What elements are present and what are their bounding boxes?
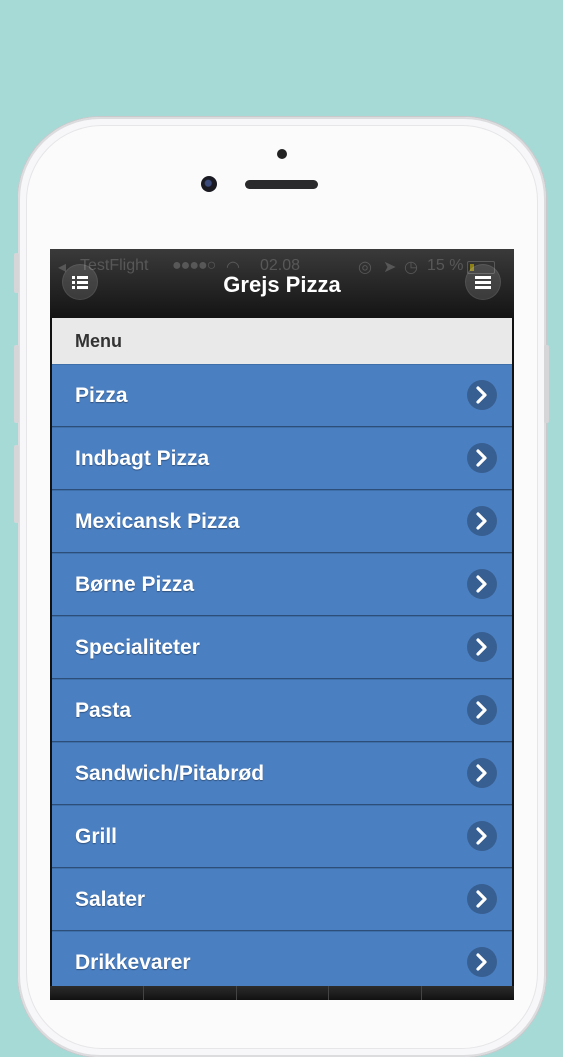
app-screen: ◂ TestFlight ●●●●○ ◠ 02.08 ◎ ➤ ◷ 15 % Gr… <box>50 249 514 1000</box>
volume-down-button <box>14 445 19 523</box>
list-item-label: Pizza <box>75 384 128 407</box>
list-item[interactable]: Drikkevarer <box>52 931 512 994</box>
chevron-right-icon <box>467 821 497 851</box>
chevron-right-icon <box>467 380 497 410</box>
list-item-label: Indbagt Pizza <box>75 447 210 470</box>
mute-switch <box>14 253 19 293</box>
section-header: Menu <box>52 318 512 365</box>
proximity-sensor <box>277 149 287 159</box>
menu-button[interactable] <box>465 264 501 300</box>
app-header: ◂ TestFlight ●●●●○ ◠ 02.08 ◎ ➤ ◷ 15 % Gr… <box>50 249 514 318</box>
list-item-label: Salater <box>75 888 146 911</box>
menu-icon <box>475 276 491 289</box>
list-item[interactable]: Sandwich/Pitabrød <box>52 742 512 805</box>
list-item[interactable]: Mexicansk Pizza <box>52 490 512 553</box>
list-item[interactable]: Pasta <box>52 679 512 742</box>
chevron-right-icon <box>467 569 497 599</box>
list-item[interactable]: Grill <box>52 805 512 868</box>
list-item-label: Grill <box>75 825 118 848</box>
chevron-right-icon <box>467 506 497 536</box>
list-item-label: Specialiteter <box>75 636 200 659</box>
chevron-right-icon <box>467 695 497 725</box>
section-title: Menu <box>75 331 122 351</box>
earpiece-speaker <box>245 180 318 189</box>
list-item[interactable]: Specialiteter <box>52 616 512 679</box>
chevron-right-icon <box>467 947 497 977</box>
chevron-right-icon <box>467 632 497 662</box>
chevron-right-icon <box>467 443 497 473</box>
chevron-right-icon <box>467 758 497 788</box>
list-item-label: Drikkevarer <box>75 951 191 974</box>
list-item[interactable]: Pizza <box>52 364 512 427</box>
power-button <box>544 345 549 423</box>
list-item-label: Sandwich/Pitabrød <box>75 762 265 785</box>
list-item-label: Mexicansk Pizza <box>75 510 240 533</box>
chevron-right-icon <box>467 884 497 914</box>
footer-tab-bar <box>50 986 514 1000</box>
list-item[interactable]: Indbagt Pizza <box>52 427 512 490</box>
list-item[interactable]: Børne Pizza <box>52 553 512 616</box>
page-title: Grejs Pizza <box>223 272 341 297</box>
list-item-label: Pasta <box>75 699 132 722</box>
menu-list: Pizza Indbagt Pizza Mexicansk Pizza Børne P… <box>52 364 512 994</box>
volume-up-button <box>14 345 19 423</box>
front-camera-icon <box>201 176 217 192</box>
list-item-label: Børne Pizza <box>75 573 195 596</box>
list-item[interactable]: Salater <box>52 868 512 931</box>
